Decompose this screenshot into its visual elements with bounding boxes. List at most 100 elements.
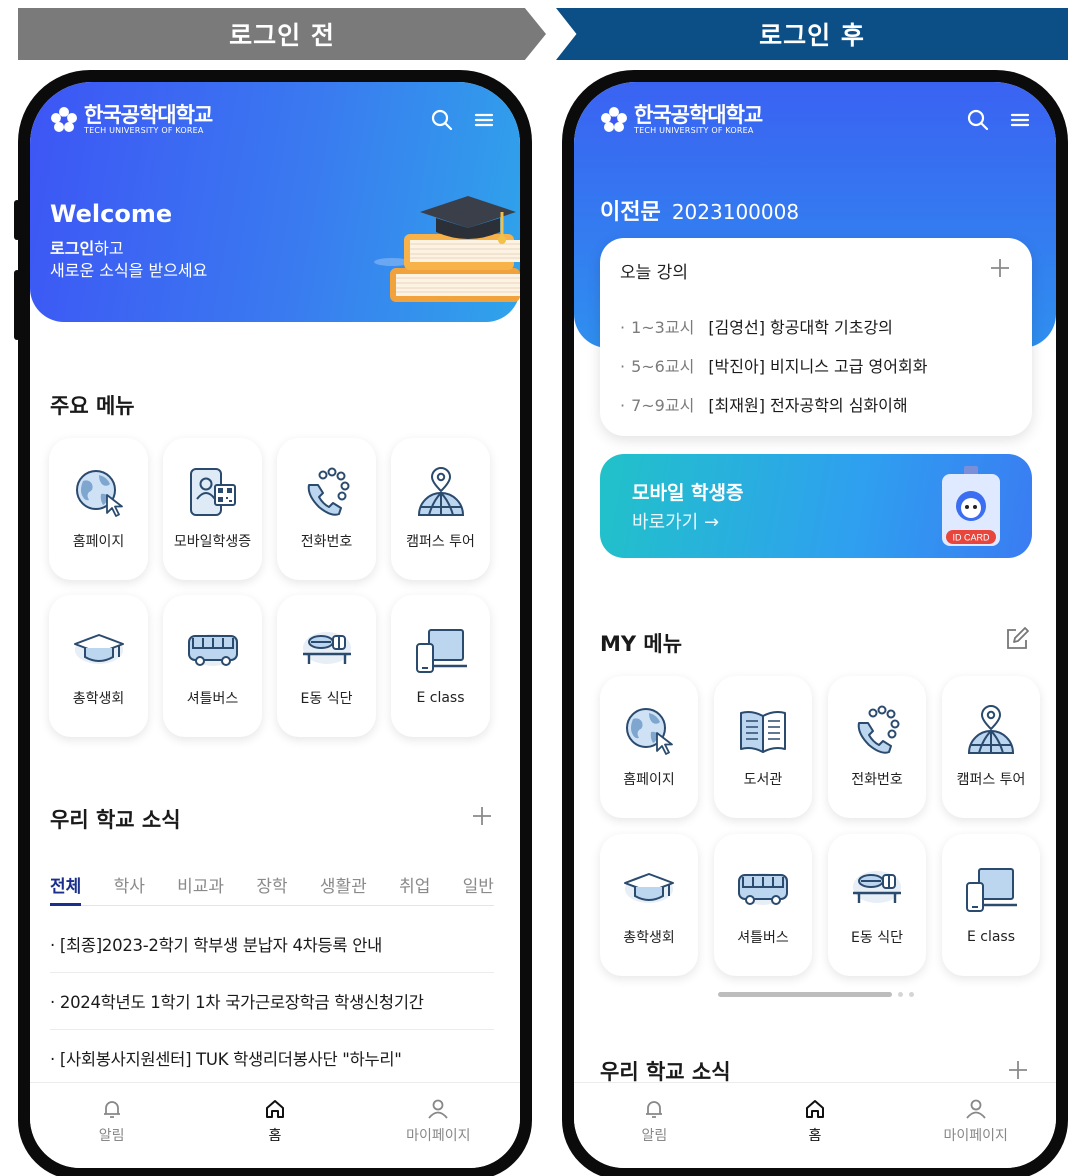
page-indicator-dot: [898, 992, 903, 997]
logo-mark-icon: [50, 106, 78, 134]
news-item[interactable]: · 2024학년도 1학기 1차 국가근로장학금 학생신청기간: [50, 973, 494, 1030]
map-pin-globe-icon: [413, 467, 469, 517]
login-prompt: 로그인하고 새로운 소식을 받으세요: [50, 239, 208, 280]
news-item[interactable]: · [최종]2023-2학기 학부생 분납자 4차등록 안내: [50, 916, 494, 973]
tab-dormitory[interactable]: 생활관: [320, 872, 367, 905]
tab-career[interactable]: 취업: [399, 872, 430, 905]
phone-after-login: 한국공학대학교 TECH UNIVERSITY OF KOREA 이전문 202…: [562, 70, 1068, 1176]
menu-tile-eclass[interactable]: E class: [391, 595, 490, 737]
today-lectures-title: 오늘 강의: [620, 263, 688, 283]
map-pin-globe-icon: [963, 705, 1019, 755]
bottom-nav: 알림 홈 마이페이지: [30, 1082, 520, 1168]
hero-banner: 한국공학대학교 TECH UNIVERSITY OF KOREA Welcome…: [30, 82, 520, 322]
nav-home[interactable]: 홈: [755, 1097, 875, 1168]
nav-alerts[interactable]: 알림: [594, 1097, 714, 1168]
menu-tile-cafeteria[interactable]: E동 식단: [828, 834, 926, 976]
id-card-title: 모바일 학생증: [632, 482, 744, 504]
bottom-nav: 알림 홈 마이페이지: [574, 1082, 1056, 1168]
lecture-row[interactable]: 1~3교시[김영선] 항공대학 기초강의: [620, 306, 927, 345]
nav-home[interactable]: 홈: [215, 1097, 335, 1168]
hamburger-menu-icon[interactable]: [472, 108, 496, 132]
app-screen: 한국공학대학교 TECH UNIVERSITY OF KOREA Welcome…: [30, 82, 520, 1168]
phone-call-icon: [299, 467, 355, 517]
menu-tile-mobile-id[interactable]: 모바일학생증: [163, 438, 262, 580]
news-list: · [최종]2023-2학기 학부생 분납자 4차등록 안내 · 2024학년도…: [50, 916, 494, 1087]
menu-tile-shuttle[interactable]: 셔틀버스: [163, 595, 262, 737]
user-icon: [964, 1097, 988, 1121]
lecture-add-plus-icon[interactable]: [988, 256, 1012, 280]
menu-tile-student-council[interactable]: 총학생회: [600, 834, 698, 976]
phone-id-icon: [185, 467, 241, 517]
laptop-phone-icon: [963, 865, 1019, 915]
lecture-row[interactable]: 5~6교시[박진아] 비지니스 고급 영어회화: [620, 345, 927, 384]
laptop-phone-icon: [413, 626, 469, 676]
menu-tile-cafeteria[interactable]: E동 식단: [277, 595, 376, 737]
bus-icon: [185, 624, 241, 674]
menu-page-indicator[interactable]: [718, 992, 914, 997]
my-menu-grid: 홈페이지 도서관 전화번호 캠퍼스 투어 총학생회 셔틀버스 E동 식단 E c…: [600, 676, 1040, 976]
page-indicator-active: [718, 992, 892, 997]
menu-tile-student-council[interactable]: 총학생회: [49, 595, 148, 737]
tab-all[interactable]: 전체: [50, 872, 82, 906]
page-indicator-dot: [909, 992, 914, 997]
menu-tile-homepage[interactable]: 홈페이지: [49, 438, 148, 580]
university-logo[interactable]: 한국공학대학교 TECH UNIVERSITY OF KOREA: [600, 103, 763, 136]
food-tray-icon: [299, 624, 355, 674]
logo-name-en: TECH UNIVERSITY OF KOREA: [634, 126, 754, 135]
nav-alerts[interactable]: 알림: [52, 1097, 172, 1168]
news-tabs: 전체 학사 비교과 장학 생활관 취업 일반: [50, 872, 494, 906]
id-card-link[interactable]: 바로가기 →: [632, 508, 719, 534]
tab-general[interactable]: 일반: [463, 872, 494, 905]
globe-cursor-icon: [621, 705, 677, 755]
food-tray-icon: [849, 863, 905, 913]
before-login-banner: 로그인 전: [18, 8, 546, 60]
menu-tile-campus-tour[interactable]: 캠퍼스 투어: [942, 676, 1040, 818]
lecture-row[interactable]: 7~9교시[최재원] 전자공학의 심화이해: [620, 384, 927, 423]
graduation-cap-icon: [71, 624, 127, 674]
edit-icon[interactable]: [1004, 626, 1030, 652]
menu-tile-eclass[interactable]: E class: [942, 834, 1040, 976]
login-link[interactable]: 로그인: [50, 239, 94, 258]
graduation-cap-icon: [621, 863, 677, 913]
menu-tile-homepage[interactable]: 홈페이지: [600, 676, 698, 818]
nav-mypage[interactable]: 마이페이지: [916, 1097, 1036, 1168]
phone-before-login: 한국공학대학교 TECH UNIVERSITY OF KOREA Welcome…: [14, 70, 532, 1176]
main-menu-title: 주요 메뉴: [50, 394, 135, 418]
search-icon[interactable]: [430, 108, 454, 132]
logo-name-kr: 한국공학대학교: [634, 103, 763, 127]
logo-name-en: TECH UNIVERSITY OF KOREA: [84, 126, 204, 135]
id-card-icon: ID CARD: [942, 466, 1000, 546]
logo-mark-icon: [600, 106, 628, 134]
welcome-title: Welcome: [50, 200, 173, 228]
tab-scholarship[interactable]: 장학: [256, 872, 287, 905]
tab-academic[interactable]: 학사: [114, 872, 145, 905]
nav-mypage[interactable]: 마이페이지: [378, 1097, 498, 1168]
globe-cursor-icon: [71, 467, 127, 517]
bell-icon: [100, 1097, 124, 1121]
mobile-id-card-banner[interactable]: 모바일 학생증 바로가기 → ID CARD: [600, 454, 1032, 558]
menu-tile-shuttle[interactable]: 셔틀버스: [714, 834, 812, 976]
university-logo[interactable]: 한국공학대학교 TECH UNIVERSITY OF KOREA: [50, 103, 213, 136]
menu-tile-phone[interactable]: 전화번호: [277, 438, 376, 580]
student-id: 2023100008: [671, 200, 800, 224]
tab-extracurricular[interactable]: 비교과: [177, 872, 224, 905]
hamburger-menu-icon[interactable]: [1008, 108, 1032, 132]
news-title: 우리 학교 소식: [50, 808, 181, 832]
news-more-plus-icon[interactable]: [1006, 1058, 1030, 1082]
logo-name-kr: 한국공학대학교: [84, 103, 213, 127]
id-card-badge: ID CARD: [952, 533, 990, 543]
main-menu-grid: 홈페이지 모바일학생증 전화번호 캠퍼스 투어 총학생회 셔틀버스 E동 식단 …: [49, 438, 490, 737]
home-icon: [263, 1097, 287, 1121]
menu-tile-campus-tour[interactable]: 캠퍼스 투어: [391, 438, 490, 580]
news-more-plus-icon[interactable]: [470, 804, 494, 828]
news-item[interactable]: · [사회봉사지원센터] TUK 학생리더봉사단 "하누리": [50, 1030, 494, 1087]
bell-icon: [642, 1097, 666, 1121]
search-icon[interactable]: [966, 108, 990, 132]
menu-tile-phone[interactable]: 전화번호: [828, 676, 926, 818]
menu-tile-library[interactable]: 도서관: [714, 676, 812, 818]
student-info: 이전문 2023100008: [600, 194, 799, 226]
after-login-banner: 로그인 후: [556, 8, 1068, 60]
user-icon: [426, 1097, 450, 1121]
home-icon: [803, 1097, 827, 1121]
phone-call-icon: [849, 705, 905, 755]
